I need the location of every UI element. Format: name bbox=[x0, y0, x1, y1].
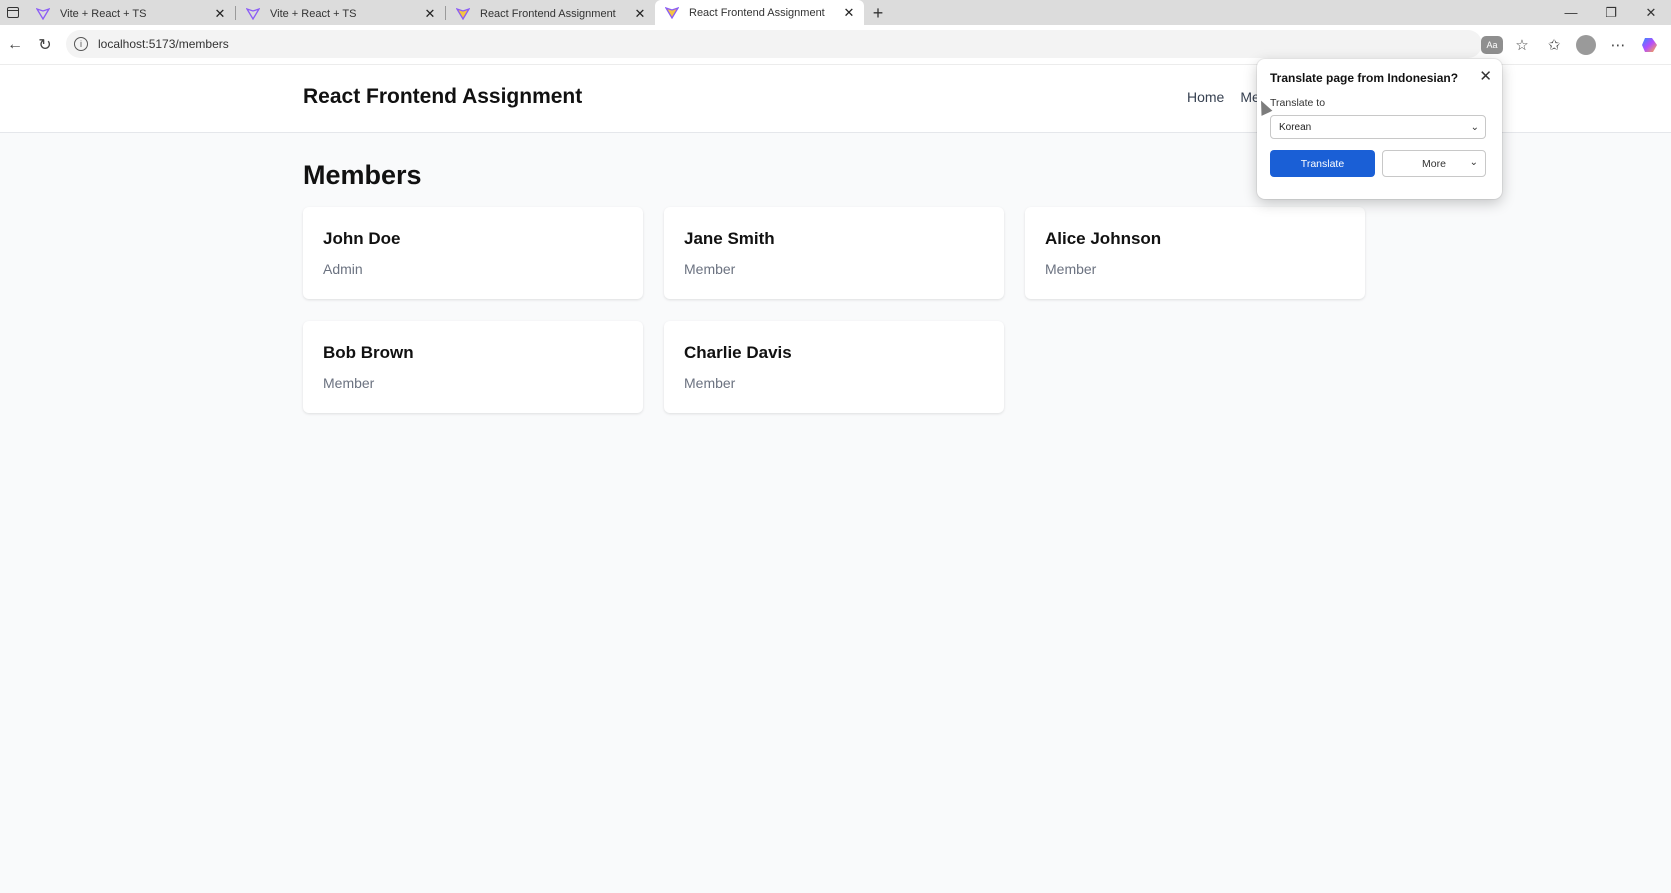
member-role: Member bbox=[684, 261, 736, 277]
member-card[interactable]: Jane Smith Member bbox=[664, 207, 1004, 299]
tab-actions-icon bbox=[7, 7, 19, 18]
address-bar[interactable]: i localhost:5173/members bbox=[66, 30, 1482, 58]
browser-tab-strip: Vite + React + TS ✕ Vite + React + TS ✕ … bbox=[0, 0, 1671, 25]
member-name: Alice Johnson bbox=[1045, 229, 1162, 248]
translate-popup: Translate page from Indonesian? ✕ Transl… bbox=[1257, 59, 1502, 199]
translate-popup-title: Translate page from Indonesian? bbox=[1270, 71, 1459, 85]
browser-tab-2[interactable]: Vite + React + TS ✕ bbox=[236, 2, 445, 25]
tab-close-icon[interactable]: ✕ bbox=[423, 6, 437, 22]
member-card[interactable]: John Doe Admin bbox=[303, 207, 643, 299]
close-icon[interactable]: ✕ bbox=[1479, 67, 1492, 85]
favorites-icon[interactable]: ✩ bbox=[1541, 32, 1567, 58]
translate-button[interactable]: Translate bbox=[1270, 150, 1375, 177]
window-close-icon[interactable]: ✕ bbox=[1631, 0, 1671, 25]
tab-title: React Frontend Assignment bbox=[480, 7, 616, 20]
new-tab-button[interactable]: + bbox=[864, 2, 892, 25]
tab-title: Vite + React + TS bbox=[60, 7, 147, 20]
minimize-icon[interactable]: — bbox=[1551, 0, 1591, 25]
app-brand-title[interactable]: React Frontend Assignment bbox=[303, 85, 582, 109]
favorite-star-icon[interactable]: ☆ bbox=[1509, 32, 1535, 58]
browser-tab-4-active[interactable]: React Frontend Assignment ✕ bbox=[655, 0, 864, 25]
vite-favicon-icon bbox=[246, 7, 260, 20]
tab-close-icon[interactable]: ✕ bbox=[633, 6, 647, 22]
vite-favicon-icon bbox=[36, 7, 50, 20]
browser-tab-3[interactable]: React Frontend Assignment ✕ bbox=[446, 2, 655, 25]
back-arrow-icon[interactable]: ← bbox=[0, 30, 30, 60]
vite-favicon-icon bbox=[456, 7, 470, 20]
window-controls: — ❐ ✕ bbox=[1551, 0, 1671, 25]
member-name: Bob Brown bbox=[323, 343, 414, 362]
page-title: Members bbox=[303, 160, 422, 190]
vite-favicon-icon bbox=[665, 6, 679, 19]
member-card[interactable]: Alice Johnson Member bbox=[1025, 207, 1365, 299]
copilot-icon[interactable] bbox=[1637, 32, 1663, 58]
member-card[interactable]: Charlie Davis Member bbox=[664, 321, 1004, 413]
member-role: Member bbox=[323, 375, 375, 391]
member-role: Member bbox=[684, 375, 736, 391]
tab-title: React Frontend Assignment bbox=[689, 6, 825, 19]
member-name: John Doe bbox=[323, 229, 401, 248]
tab-close-icon[interactable]: ✕ bbox=[213, 6, 227, 22]
members-grid: John Doe Admin Jane Smith Member Alice J… bbox=[303, 207, 1366, 413]
copilot-logo-icon bbox=[1642, 38, 1657, 52]
more-options-icon[interactable]: ⋯ bbox=[1605, 32, 1631, 58]
target-language-select[interactable]: Korean ⌄ bbox=[1270, 115, 1486, 139]
translate-button-row: Translate More ⌄ bbox=[1270, 150, 1489, 177]
member-role: Admin bbox=[323, 261, 363, 277]
tab-title: Vite + React + TS bbox=[270, 7, 357, 20]
chevron-down-icon: ⌄ bbox=[1470, 121, 1479, 133]
toolbar-right-icons: Aa ☆ ✩ ⋯ bbox=[1481, 30, 1663, 60]
member-role: Member bbox=[1045, 261, 1097, 277]
tab-actions-button[interactable] bbox=[0, 0, 26, 25]
translate-icon[interactable]: Aa bbox=[1481, 36, 1503, 54]
profile-icon[interactable] bbox=[1573, 32, 1599, 58]
nav-link-home[interactable]: Home bbox=[1187, 89, 1224, 105]
browser-tab-1[interactable]: Vite + React + TS ✕ bbox=[26, 2, 235, 25]
site-info-icon[interactable]: i bbox=[74, 37, 88, 51]
member-card[interactable]: Bob Brown Member bbox=[303, 321, 643, 413]
avatar bbox=[1576, 35, 1596, 55]
tab-close-icon[interactable]: ✕ bbox=[842, 5, 856, 21]
url-text: localhost:5173/members bbox=[98, 37, 229, 51]
more-button-label: More bbox=[1422, 157, 1446, 170]
restore-icon[interactable]: ❐ bbox=[1591, 0, 1631, 25]
member-name: Jane Smith bbox=[684, 229, 775, 248]
chevron-down-icon: ⌄ bbox=[1469, 157, 1478, 168]
selected-language: Korean bbox=[1279, 121, 1312, 133]
member-name: Charlie Davis bbox=[684, 343, 792, 362]
reload-icon[interactable]: ↻ bbox=[30, 30, 60, 60]
main-nav: Home Me bbox=[1187, 89, 1260, 105]
translate-to-label: Translate to bbox=[1270, 97, 1326, 109]
more-button[interactable]: More ⌄ bbox=[1382, 150, 1486, 177]
